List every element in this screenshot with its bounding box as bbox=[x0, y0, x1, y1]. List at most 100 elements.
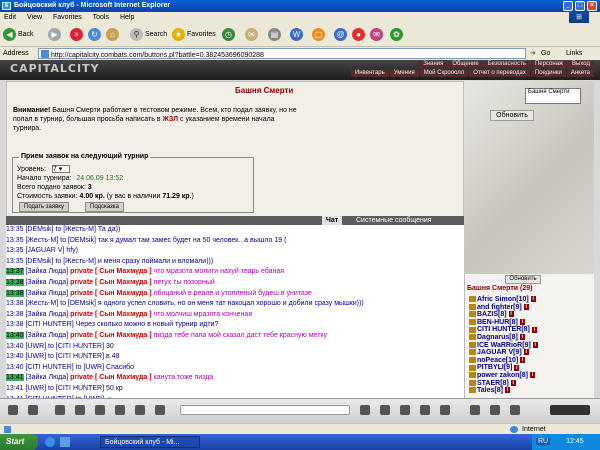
nav-fights[interactable]: Поединки bbox=[530, 70, 566, 77]
maximize-button[interactable]: □ bbox=[575, 1, 585, 11]
chat-sender[interactable]: [CITI HUNTER] bbox=[25, 321, 73, 328]
user-list-item[interactable]: BAZIS[8] i bbox=[469, 311, 514, 318]
minimize-button[interactable]: _ bbox=[563, 1, 573, 11]
chat-sender[interactable]: [Зайка Люда] bbox=[25, 268, 68, 275]
media-button[interactable]: ● bbox=[352, 26, 367, 44]
chat-sender[interactable]: [JAGUAR V] bbox=[25, 247, 64, 254]
info-icon[interactable]: i bbox=[519, 334, 525, 341]
user-list-item[interactable]: CITI HUNTER[8] i bbox=[469, 326, 537, 333]
toolbar-icon[interactable] bbox=[95, 405, 105, 415]
close-button[interactable]: × bbox=[587, 1, 597, 11]
user-list-item[interactable]: Afric Simon[10] i bbox=[469, 296, 536, 303]
info-icon[interactable]: i bbox=[510, 379, 516, 386]
favorites-button[interactable]: ★ Favorites bbox=[172, 26, 216, 44]
chat-private-target[interactable]: private [ Сын Махмуда ] bbox=[70, 290, 152, 297]
menu-tools[interactable]: Tools bbox=[93, 14, 109, 21]
chat-sender[interactable]: [Зайка Люда] bbox=[25, 290, 68, 297]
links-button[interactable]: Links bbox=[566, 47, 582, 60]
taskbar-window-item[interactable]: Бойцовский клуб - Mi... bbox=[100, 436, 200, 448]
toolbar-icon[interactable] bbox=[28, 405, 38, 415]
nav-character[interactable]: Персонаж bbox=[530, 61, 568, 68]
toolbar-icon[interactable] bbox=[420, 405, 430, 415]
nav-communication[interactable]: Общение bbox=[448, 61, 483, 68]
info-icon[interactable]: i bbox=[523, 349, 529, 356]
menu-edit[interactable]: Edit bbox=[4, 14, 16, 21]
info-icon[interactable]: i bbox=[523, 303, 529, 310]
chat-recipient[interactable]: to [UWR] bbox=[76, 364, 104, 371]
chat-sender[interactable]: [Зайка Люда] bbox=[25, 279, 68, 286]
info-icon[interactable]: i bbox=[504, 387, 510, 394]
menu-view[interactable]: View bbox=[27, 14, 42, 21]
tab-system[interactable]: Системные сообщения bbox=[352, 216, 436, 225]
chat-sender[interactable]: [CITI HUNTER] bbox=[25, 364, 73, 371]
language-indicator[interactable]: RU bbox=[536, 438, 551, 445]
messenger-button[interactable]: @ bbox=[334, 26, 349, 44]
mail-button[interactable]: ✉ bbox=[245, 26, 260, 44]
user-list-item[interactable]: power zakon[8] i bbox=[469, 372, 535, 379]
toolbar-icon[interactable] bbox=[155, 405, 165, 415]
quicklaunch-desktop-icon[interactable] bbox=[60, 437, 70, 447]
user-list-item[interactable]: JAGUAR V[9] i bbox=[469, 349, 529, 356]
toolbar-icon[interactable] bbox=[400, 405, 410, 415]
toolbar-icon[interactable] bbox=[115, 405, 125, 415]
chat-sender[interactable]: [DEMsik] bbox=[25, 258, 53, 265]
chat-recipient[interactable]: to [CITI HUNTER] bbox=[48, 343, 104, 350]
chat-recipient[interactable]: to [CITI HUNTER] bbox=[48, 385, 104, 392]
toolbar-icon[interactable] bbox=[380, 405, 390, 415]
tab-chat[interactable]: Чат bbox=[322, 216, 343, 225]
chat-private-target[interactable]: private [ Сын Махмуда ] bbox=[70, 279, 152, 286]
quicklaunch-ie-icon[interactable] bbox=[45, 437, 55, 447]
go-button[interactable]: Go bbox=[541, 47, 550, 60]
chat-sender[interactable]: [Зайка Люда] bbox=[25, 311, 68, 318]
hint-button[interactable]: Подсказка bbox=[85, 202, 124, 212]
forward-button[interactable]: ▶ bbox=[48, 26, 63, 44]
history-button[interactable]: ◷ bbox=[222, 26, 237, 44]
chat-recipient[interactable]: to [CITI HUNTER] bbox=[48, 353, 104, 360]
level-select[interactable]: 7 ▾ bbox=[51, 165, 70, 173]
chat-sender[interactable]: [DEMsik] bbox=[25, 226, 53, 233]
nav-knowledge[interactable]: Знания bbox=[419, 61, 448, 68]
user-list-item[interactable]: ICE WaRRioR[9] i bbox=[469, 342, 538, 349]
info-icon[interactable]: i bbox=[520, 356, 526, 363]
chat-sender[interactable]: [UWR] bbox=[25, 343, 46, 350]
info-icon[interactable]: i bbox=[529, 372, 535, 379]
chat-sender[interactable]: [UWR] bbox=[25, 385, 46, 392]
user-list-item[interactable]: and fighter[9] i bbox=[469, 304, 529, 311]
refresh-users-button[interactable]: Обновить bbox=[505, 275, 541, 284]
home-button[interactable]: ⌂ bbox=[106, 26, 121, 44]
chat-sender[interactable]: [Зайка Люда] bbox=[25, 332, 68, 339]
toolbar-icon[interactable] bbox=[440, 405, 450, 415]
chat-private-target[interactable]: private [ Сын Махмуда ] bbox=[70, 332, 152, 339]
info-icon[interactable]: i bbox=[530, 296, 536, 303]
chat-sender[interactable]: [UWR] bbox=[25, 353, 46, 360]
chat-private-target[interactable]: private [ Сын Махмуда ] bbox=[70, 311, 152, 318]
location-list[interactable]: Башня Смерти bbox=[525, 88, 581, 104]
stop-button[interactable]: × bbox=[70, 26, 85, 44]
edit-button[interactable]: W bbox=[290, 26, 305, 44]
chat-recipient[interactable]: to [DEMsik] bbox=[60, 300, 96, 307]
chat-recipient[interactable]: to [Жесть-М] bbox=[55, 226, 95, 233]
chat-recipient[interactable]: to [Жесть-М] bbox=[55, 258, 95, 265]
refresh-page-button[interactable]: ↻ bbox=[88, 26, 103, 44]
nav-security[interactable]: Безопасность bbox=[483, 61, 530, 68]
print-button[interactable]: ▤ bbox=[268, 26, 283, 44]
refresh-page-link[interactable]: Обновить bbox=[490, 110, 534, 121]
go-arrow-icon[interactable]: ➜ bbox=[530, 47, 536, 60]
back-button[interactable]: ◀ Back bbox=[3, 26, 34, 44]
nav-exit[interactable]: Выход bbox=[568, 61, 594, 68]
chat-private-target[interactable]: private [ Сын Махмуда ] bbox=[70, 268, 152, 275]
info-icon[interactable]: i bbox=[519, 318, 525, 325]
info-icon[interactable]: i bbox=[531, 326, 537, 333]
info-icon[interactable]: i bbox=[508, 311, 514, 318]
toolbar-icon[interactable] bbox=[135, 405, 145, 415]
toolbar-icon[interactable] bbox=[470, 405, 480, 415]
nav-profile[interactable]: Анкета bbox=[566, 70, 594, 77]
location-list-item[interactable]: Башня Смерти bbox=[528, 89, 569, 95]
info-icon[interactable]: i bbox=[514, 364, 520, 371]
chat-sender[interactable]: [Зайка Люда] bbox=[25, 374, 68, 381]
nav-inventory[interactable]: Инвентарь bbox=[350, 70, 389, 77]
search-button[interactable]: ⚲ Search bbox=[130, 26, 167, 44]
user-list-item[interactable]: noPeace[10] i bbox=[469, 356, 526, 364]
notice-link[interactable]: ЖЗЛ bbox=[163, 116, 179, 123]
toolbar-icon[interactable] bbox=[490, 405, 500, 415]
